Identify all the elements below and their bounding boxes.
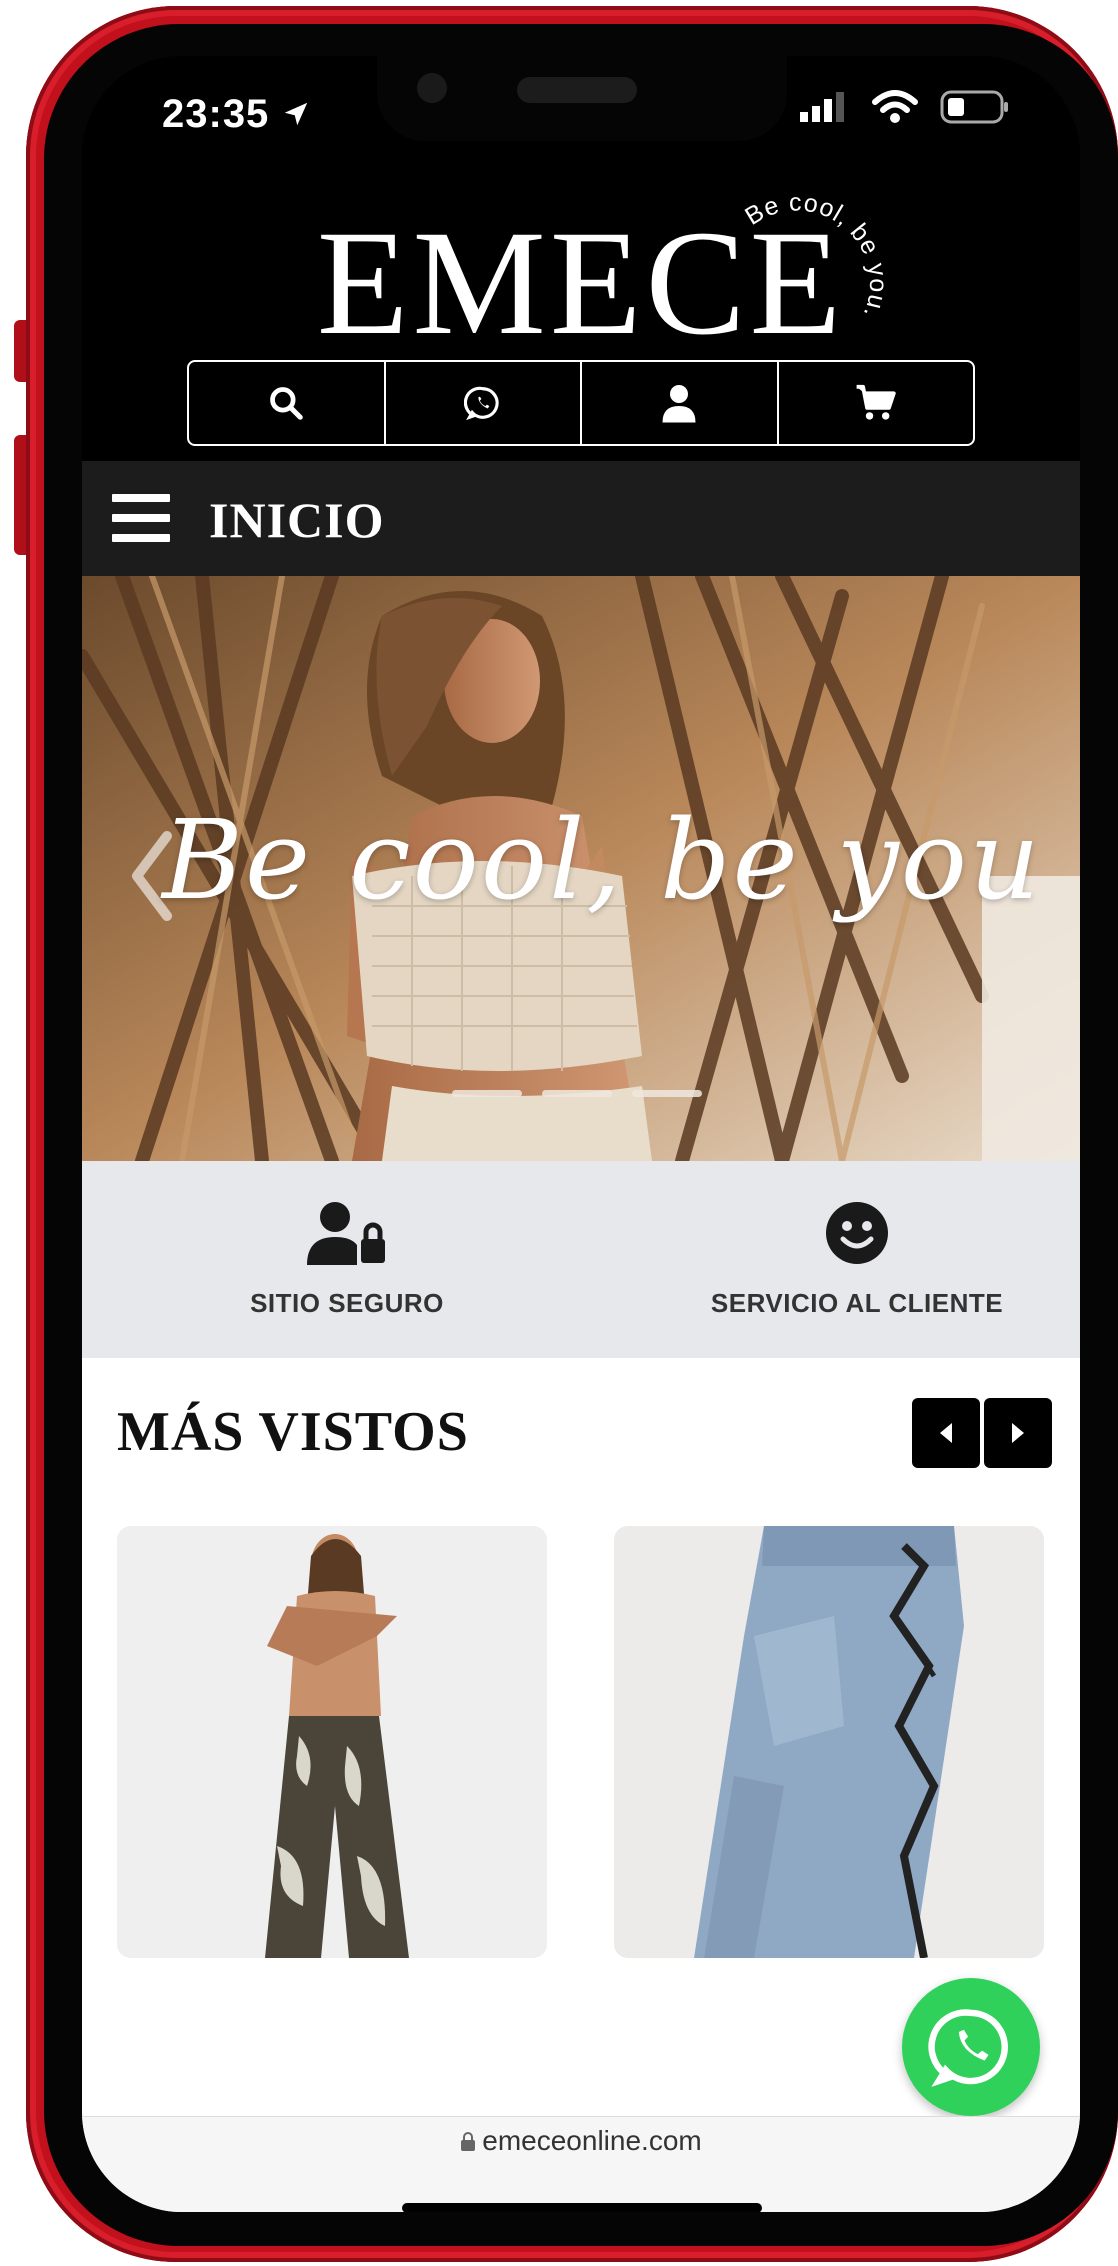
whatsapp-chat-button[interactable] (902, 1978, 1040, 2116)
slide-dot[interactable] (542, 1090, 612, 1097)
product-image (117, 1526, 547, 1958)
customer-service-badge: SERVICIO AL CLIENTE (702, 1201, 1012, 1319)
carousel-prev-button[interactable] (912, 1398, 980, 1468)
earpiece-speaker (517, 77, 637, 103)
section-title: MÁS VISTOS (117, 1401, 469, 1463)
nav-label-inicio[interactable]: INICIO (209, 491, 384, 549)
location-arrow-icon (285, 102, 308, 126)
browser-address-bar[interactable]: emeceonline.com (82, 2116, 1080, 2212)
phone-screen: 23:35 EMECE Be cool, be you. INICIO Be c… (82, 56, 1080, 2212)
carousel-arrows (912, 1398, 1052, 1468)
caret-left-icon (940, 1423, 952, 1443)
hero-banner[interactable]: Be cool, be you (82, 576, 1080, 1161)
account-button[interactable] (582, 362, 779, 444)
trust-band: SITIO SEGURO SERVICIO AL CLIENTE (82, 1161, 1080, 1358)
status-icons (800, 90, 1010, 124)
carousel-next-button[interactable] (984, 1398, 1052, 1468)
cart-button[interactable] (779, 362, 974, 444)
product-image (614, 1526, 1044, 1958)
search-button[interactable] (189, 362, 386, 444)
battery-icon (940, 90, 1008, 124)
hero-slide-indicators (452, 1090, 702, 1097)
user-icon (662, 385, 696, 423)
cart-icon (856, 384, 896, 420)
whatsapp-icon (463, 386, 499, 421)
secure-site-label: SITIO SEGURO (250, 1288, 444, 1318)
logo-tagline: Be cool, be you. (742, 188, 892, 323)
user-lock-icon (307, 1202, 385, 1265)
url-display[interactable]: emeceonline.com (82, 2125, 1080, 2157)
whatsapp-button[interactable] (386, 362, 582, 444)
slide-dot[interactable] (452, 1090, 522, 1097)
url-text: emeceonline.com (482, 2125, 702, 2156)
status-bar: 23:35 (82, 56, 1080, 166)
site-logo[interactable]: EMECE (82, 208, 1080, 358)
status-time: 23:35 (162, 92, 311, 137)
home-indicator (402, 2203, 762, 2212)
svg-text:Be cool, be you.: Be cool, be you. (742, 188, 892, 323)
phone-notch (377, 56, 787, 141)
smiley-icon (826, 1202, 888, 1264)
caret-right-icon (1012, 1423, 1024, 1443)
signal-icon (800, 92, 844, 122)
wifi-icon (872, 90, 918, 123)
site-header: EMECE Be cool, be you. (82, 166, 1080, 461)
whatsapp-icon (928, 2009, 1008, 2087)
phone-bezel: 23:35 EMECE Be cool, be you. INICIO Be c… (44, 24, 1118, 2246)
header-icon-bar (187, 360, 975, 446)
search-icon (270, 387, 304, 420)
hamburger-menu-icon[interactable] (112, 494, 170, 542)
nav-bar: INICIO (82, 461, 1080, 576)
lock-icon (461, 2132, 476, 2151)
product-card[interactable] (117, 1526, 547, 1958)
slide-dot[interactable] (632, 1090, 702, 1097)
customer-service-label: SERVICIO AL CLIENTE (710, 1288, 1004, 1318)
hero-headline: Be cool, be you (162, 796, 1042, 924)
product-card[interactable] (614, 1526, 1044, 1958)
front-camera (417, 73, 447, 103)
secure-site-badge: SITIO SEGURO (227, 1201, 467, 1319)
